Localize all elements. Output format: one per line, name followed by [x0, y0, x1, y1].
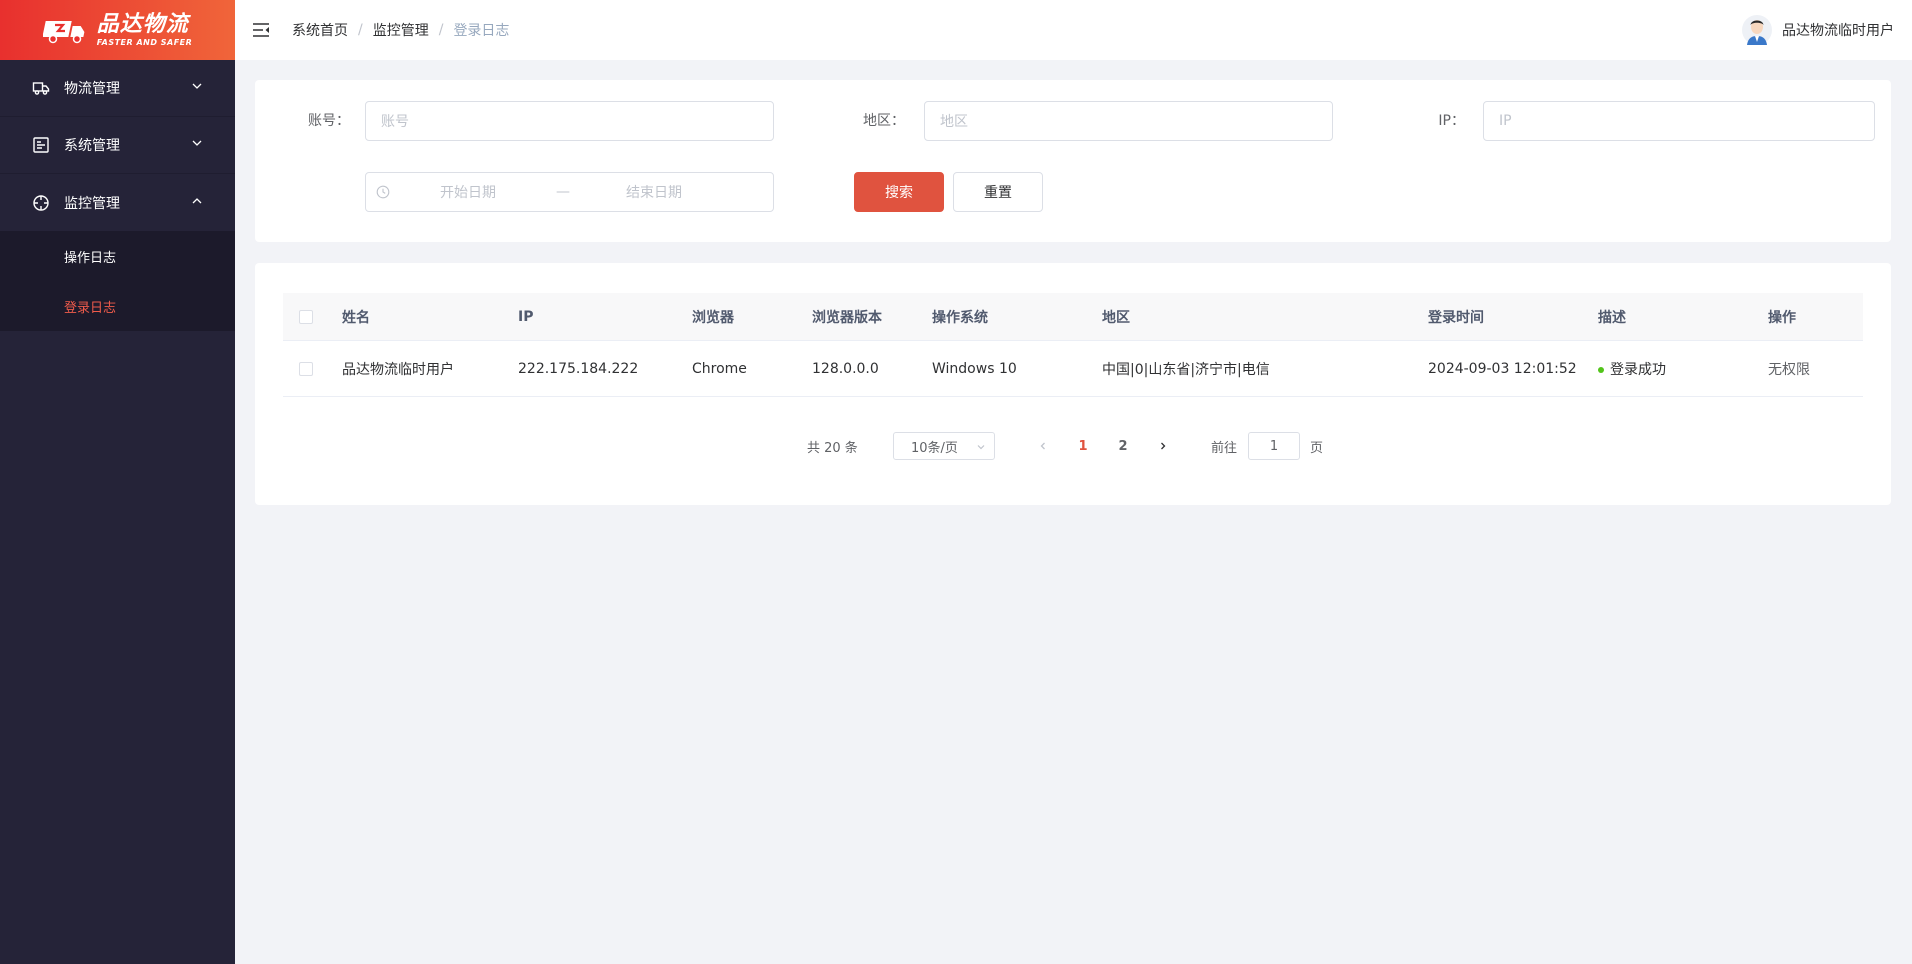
prev-page-button[interactable]: [1029, 432, 1057, 460]
pagination-total: 共 20 条: [807, 441, 858, 456]
column-header-name: 姓名: [342, 309, 370, 326]
search-button[interactable]: 搜索: [854, 172, 944, 212]
sidebar-item-login-log[interactable]: 登录日志: [0, 281, 235, 331]
chevron-down-icon: [192, 140, 202, 146]
cell-browser-version: 128.0.0.0: [812, 360, 879, 377]
truck-icon: [32, 79, 50, 97]
cell-region: 中国|0|山东省|济宁市|电信: [1102, 361, 1270, 378]
top-header: 系统首页 / 监控管理 / 登录日志 品达物流临时用户: [235, 0, 1912, 60]
monitor-submenu: 操作日志 登录日志: [0, 231, 235, 331]
region-label: 地区：: [863, 113, 905, 129]
truck-logo-icon: [42, 21, 85, 44]
sidebar: 品达物流 FASTER AND SAFER 物流管理 系统管理 监控管理 操作日…: [0, 0, 235, 964]
start-date-input[interactable]: 开始日期: [440, 182, 496, 202]
select-all-checkbox[interactable]: [299, 309, 313, 324]
brand-logo[interactable]: 品达物流 FASTER AND SAFER: [0, 0, 235, 60]
logo-mark: 品达物流 FASTER AND SAFER: [42, 11, 193, 47]
end-date-input[interactable]: 结束日期: [626, 182, 682, 202]
sidebar-item-operation-log[interactable]: 操作日志: [0, 231, 235, 281]
breadcrumb-current: 登录日志: [453, 23, 510, 39]
username: 品达物流临时用户: [1782, 23, 1894, 39]
goto-label: 前往: [1211, 441, 1238, 456]
brand-title: 品达物流: [96, 11, 189, 37]
chevron-up-icon: [192, 197, 202, 203]
clock-icon: [376, 185, 390, 199]
column-header-browser-version: 浏览器版本: [812, 309, 882, 326]
sidebar-item-system[interactable]: 系统管理: [0, 117, 235, 174]
breadcrumb: 系统首页 / 监控管理 / 登录日志: [292, 20, 509, 40]
page-number-2[interactable]: 2: [1109, 432, 1137, 460]
region-placeholder: 地区: [940, 114, 968, 130]
page-size-select[interactable]: 10条/页: [893, 432, 995, 460]
sidebar-item-label: 系统管理: [64, 138, 120, 154]
menu-collapse-icon[interactable]: [252, 21, 270, 39]
table-row: 品达物流临时用户 222.175.184.222 Chrome 128.0.0.…: [283, 341, 1863, 397]
sidebar-item-monitor[interactable]: 监控管理: [0, 174, 235, 231]
cell-action: 无权限: [1768, 361, 1810, 378]
column-header-action: 操作: [1768, 309, 1796, 326]
column-header-browser: 浏览器: [692, 309, 734, 326]
chevron-down-icon: [192, 83, 202, 89]
cell-description: 登录成功: [1598, 359, 1666, 379]
account-placeholder: 账号: [381, 114, 409, 130]
column-header-login-time: 登录时间: [1428, 309, 1484, 326]
cell-login-time: 2024-09-03 12:01:52: [1428, 360, 1577, 377]
status-dot-icon: [1598, 366, 1604, 373]
cell-name: 品达物流临时用户: [342, 361, 454, 378]
ip-placeholder: IP: [1499, 113, 1512, 129]
column-header-region: 地区: [1102, 309, 1130, 326]
cell-ip: 222.175.184.222: [518, 360, 639, 377]
page-size-value: 10条/页: [911, 440, 958, 456]
chevron-left-icon: [1040, 442, 1045, 450]
breadcrumb-separator: /: [358, 22, 363, 38]
column-header-ip: IP: [518, 308, 534, 325]
column-header-description: 描述: [1598, 309, 1626, 326]
login-log-table: 姓名 IP 浏览器 浏览器版本 操作系统 地区 登录时间 描述 操作 品达物流临…: [283, 293, 1863, 397]
brand-subtitle: FASTER AND SAFER: [96, 37, 193, 47]
avatar: [1742, 15, 1772, 45]
filter-panel: 账号： 账号 地区： 地区 IP： IP 开始日期 — 结束日期 搜索 重置: [255, 80, 1891, 242]
sidebar-item-logistics[interactable]: 物流管理: [0, 60, 235, 117]
chart-icon: [32, 136, 50, 154]
goto-page-input[interactable]: 1: [1248, 432, 1300, 460]
page-number-1[interactable]: 1: [1069, 432, 1097, 460]
date-range-picker[interactable]: 开始日期 — 结束日期: [365, 172, 774, 212]
ip-input[interactable]: IP: [1483, 101, 1875, 141]
breadcrumb-separator: /: [438, 22, 444, 38]
pagination: 共 20 条 10条/页 1 2 前往 1 页: [0, 432, 1912, 460]
monitor-icon: [32, 194, 50, 212]
table-header: 姓名 IP 浏览器 浏览器版本 操作系统 地区 登录时间 描述 操作: [283, 293, 1863, 341]
date-separator: —: [556, 184, 570, 200]
sidebar-item-label: 监控管理: [64, 195, 120, 212]
table-panel: 姓名 IP 浏览器 浏览器版本 操作系统 地区 登录时间 描述 操作 品达物流临…: [255, 263, 1891, 505]
account-input[interactable]: 账号: [365, 101, 774, 141]
chevron-right-icon: [1161, 442, 1166, 450]
page-suffix: 页: [1310, 441, 1324, 456]
account-label: 账号：: [308, 113, 350, 129]
cell-os: Windows 10: [932, 360, 1017, 377]
chevron-down-icon: [977, 445, 985, 450]
status-text: 登录成功: [1610, 361, 1666, 378]
column-header-os: 操作系统: [932, 309, 988, 326]
sidebar-item-label: 物流管理: [64, 81, 120, 97]
cell-browser: Chrome: [692, 360, 747, 377]
breadcrumb-monitor[interactable]: 监控管理: [373, 20, 429, 40]
region-input[interactable]: 地区: [924, 101, 1333, 141]
breadcrumb-home[interactable]: 系统首页: [292, 20, 348, 40]
row-checkbox[interactable]: [299, 361, 313, 376]
ip-label: IP：: [1438, 113, 1465, 129]
reset-button[interactable]: 重置: [953, 172, 1043, 212]
next-page-button[interactable]: [1149, 432, 1177, 460]
user-menu[interactable]: 品达物流临时用户: [1742, 14, 1894, 46]
